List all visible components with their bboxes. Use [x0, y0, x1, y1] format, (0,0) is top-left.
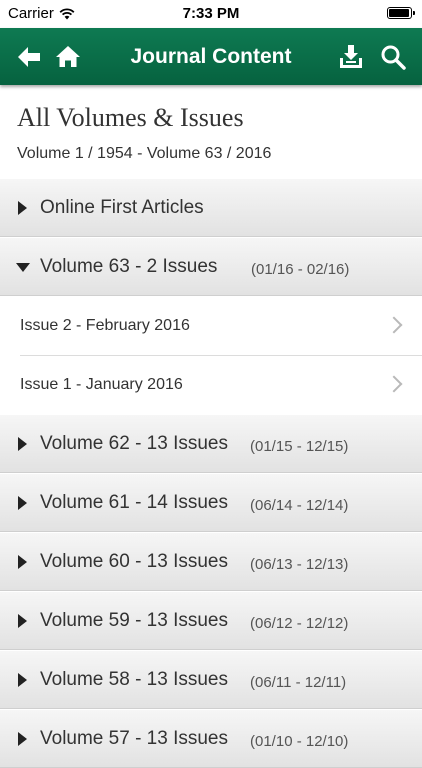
volume-label: Volume 61 - 14 Issues [40, 492, 228, 513]
issue-label: Issue 2 - February 2016 [20, 317, 190, 334]
volume-date-range: (06/14 - 12/14) [250, 497, 349, 514]
disclosure-triangle-icon [18, 555, 27, 569]
volume-label: Volume 62 - 13 Issues [40, 433, 228, 454]
status-time: 7:33 PM [182, 5, 240, 22]
volume-label: Volume 57 - 13 Issues [40, 728, 228, 749]
volume-date-range: (06/13 - 12/13) [250, 556, 349, 573]
issue-row[interactable]: Issue 1 - January 2016 [0, 356, 422, 415]
volume-date-range: (01/10 - 12/10) [250, 733, 349, 750]
disclosure-triangle-icon [16, 263, 30, 272]
volume-date-range: (06/12 - 12/12) [250, 615, 349, 632]
disclosure-triangle-icon [18, 201, 27, 215]
volume-row[interactable]: Volume 59 - 13 Issues (06/12 - 12/12) [0, 592, 422, 650]
download-button[interactable] [336, 42, 366, 72]
battery-icon [387, 7, 415, 19]
volume-row[interactable]: Volume 57 - 13 Issues (01/10 - 12/10) [0, 710, 422, 768]
disclosure-triangle-icon [18, 614, 27, 628]
volume-date-range: (01/16 - 02/16) [251, 261, 350, 278]
chevron-right-icon [385, 375, 403, 393]
online-first-label: Online First Articles [40, 197, 204, 218]
volume-row[interactable]: Volume 62 - 13 Issues (01/15 - 12/15) [0, 415, 422, 473]
issue-row[interactable]: Issue 2 - February 2016 [0, 297, 422, 356]
disclosure-triangle-icon [18, 437, 27, 451]
disclosure-triangle-icon [18, 673, 27, 687]
volume-label: Volume 58 - 13 Issues [40, 669, 228, 690]
download-icon [340, 45, 362, 68]
volume-row[interactable]: Volume 63 - 2 Issues (01/16 - 02/16) [0, 238, 422, 296]
volume-row[interactable]: Volume 61 - 14 Issues (06/14 - 12/14) [0, 474, 422, 532]
nav-bar: Journal Content [0, 28, 422, 85]
volume-label: Volume 60 - 13 Issues [40, 551, 228, 572]
volume-date-range: (06/11 - 12/11) [250, 674, 347, 691]
volume-date-range: (01/15 - 12/15) [250, 438, 349, 455]
header-subtitle: Volume 1 / 1954 - Volume 63 / 2016 [17, 145, 272, 162]
volume-row[interactable]: Volume 58 - 13 Issues (06/11 - 12/11) [0, 651, 422, 709]
volume-label: Volume 63 - 2 Issues [40, 256, 218, 277]
chevron-right-icon [385, 316, 403, 334]
volume-row[interactable]: Volume 60 - 13 Issues (06/13 - 12/13) [0, 533, 422, 591]
volume-label: Volume 59 - 13 Issues [40, 610, 228, 631]
issue-label: Issue 1 - January 2016 [20, 376, 183, 393]
disclosure-triangle-icon [18, 732, 27, 746]
volumes-header: All Volumes & Issues Volume 1 / 1954 - V… [0, 85, 422, 180]
disclosure-triangle-icon [18, 496, 27, 510]
battery-fill [389, 9, 409, 17]
status-bar: Carrier 7:33 PM [0, 0, 422, 28]
header-title: All Volumes & Issues [17, 103, 244, 132]
online-first-row[interactable]: Online First Articles [0, 179, 422, 237]
search-button[interactable] [378, 42, 408, 72]
search-icon [381, 45, 406, 70]
